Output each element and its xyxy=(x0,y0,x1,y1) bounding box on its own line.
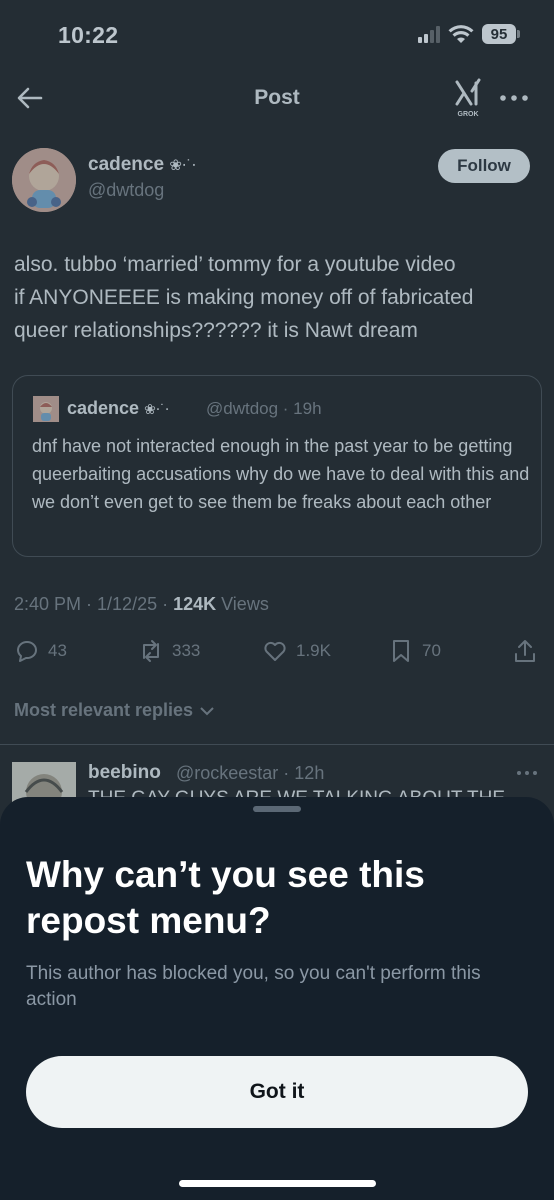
bottom-sheet: Why can’t you see this repost menu? This… xyxy=(0,797,554,1200)
sheet-title: Why can’t you see this repost menu? xyxy=(26,854,425,941)
sheet-drag-handle[interactable] xyxy=(253,806,301,812)
home-indicator xyxy=(179,1180,376,1187)
sheet-body: This author has blocked you, so you can'… xyxy=(26,963,481,1010)
got-it-button[interactable]: Got it xyxy=(26,1056,528,1128)
